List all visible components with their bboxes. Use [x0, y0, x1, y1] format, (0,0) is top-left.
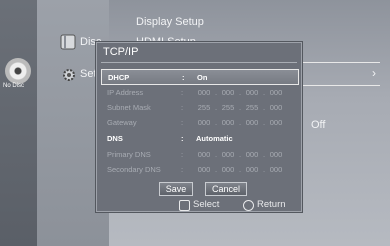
row-label: IP Address: [107, 88, 144, 97]
tcpip-dialog: TCP/IP DHCP: On IP Address:000. 000. 000. 000…: [96, 42, 302, 212]
ip-octet: 000: [245, 118, 259, 127]
ip-field: 000. 000. 000. 000: [196, 150, 296, 159]
row-colon: :: [181, 88, 184, 97]
tcpip-row-subnet-mask: Subnet Mask:255. 255. 255. 000: [101, 100, 297, 114]
setup-gear-icon: [60, 66, 78, 82]
ip-field: 255. 255. 255. 000: [196, 103, 296, 112]
ip-dot-separator: .: [262, 118, 266, 127]
row-colon: :: [182, 73, 185, 82]
ip-dot-separator: .: [214, 165, 218, 174]
row-label: DNS: [107, 134, 123, 143]
tcpip-row-dhcp[interactable]: DHCP: On: [101, 69, 299, 85]
dialog-title: TCP/IP: [103, 46, 139, 58]
ip-octet: 000: [197, 118, 211, 127]
menu-item-display-setup[interactable]: Display Setup: [136, 16, 204, 28]
row-label: Gateway: [107, 118, 137, 127]
ip-dot-separator: .: [238, 118, 242, 127]
tcpip-row-secondary-dns: Secondary DNS:000. 000. 000. 000: [101, 162, 297, 176]
ip-octet: 000: [269, 165, 283, 174]
setup-screen: No Disc Display Setup HDMI Setup Disc Se…: [0, 0, 390, 246]
ip-octet: 255: [197, 103, 211, 112]
row-colon: :: [181, 134, 184, 143]
ip-dot-separator: .: [238, 150, 242, 159]
ip-octet: 000: [221, 165, 235, 174]
ip-dot-separator: .: [214, 88, 218, 97]
ip-dot-separator: .: [214, 150, 218, 159]
ip-octet: 000: [269, 88, 283, 97]
no-disc-icon: [5, 58, 31, 84]
ip-dot-separator: .: [262, 88, 266, 97]
tcpip-row-dns[interactable]: DNS: Automatic: [101, 131, 297, 145]
footer-return-label: Return: [257, 199, 286, 210]
row-label: Subnet Mask: [107, 103, 151, 112]
ip-dot-separator: .: [238, 103, 242, 112]
row-value[interactable]: On: [197, 73, 207, 82]
ip-dot-separator: .: [262, 103, 266, 112]
title-divider: [101, 62, 297, 63]
ip-octet: 000: [197, 165, 211, 174]
right-value-off: Off: [311, 119, 326, 131]
right-highlight-strip: [300, 62, 380, 86]
ip-octet: 000: [197, 88, 211, 97]
ip-octet: 000: [269, 103, 283, 112]
save-button[interactable]: Save: [159, 182, 193, 196]
footer-select-label: Select: [193, 199, 220, 210]
ip-octet: 000: [197, 150, 211, 159]
ip-dot-separator: .: [238, 165, 242, 174]
ip-octet: 000: [245, 165, 259, 174]
ip-octet: 000: [221, 150, 235, 159]
tcpip-row-ip-address: IP Address:000. 000. 000. 000: [101, 85, 297, 99]
tcpip-row-primary-dns: Primary DNS:000. 000. 000. 000: [101, 147, 297, 161]
ip-dot-separator: .: [262, 165, 266, 174]
ip-octet: 000: [269, 150, 283, 159]
row-label: Secondary DNS: [107, 165, 161, 174]
ip-dot-separator: .: [238, 88, 242, 97]
ip-dot-separator: .: [214, 118, 218, 127]
chevron-right-icon: ›: [372, 66, 376, 80]
no-disc-label: No Disc: [3, 83, 25, 89]
ip-dot-separator: .: [262, 150, 266, 159]
return-key-icon: [243, 200, 254, 211]
disc-menu-icon: [60, 34, 78, 50]
row-label: DHCP: [108, 73, 130, 82]
row-colon: :: [181, 118, 184, 127]
row-label: Primary DNS: [107, 150, 151, 159]
ip-octet: 255: [245, 103, 259, 112]
ip-octet: 000: [245, 88, 259, 97]
ip-dot-separator: .: [214, 103, 218, 112]
ip-octet: 255: [221, 103, 235, 112]
ip-field: 000. 000. 000. 000: [196, 118, 296, 127]
select-key-icon: [179, 200, 190, 211]
row-colon: :: [181, 103, 184, 112]
ip-octet: 000: [221, 118, 235, 127]
ip-field: 000. 000. 000. 000: [196, 88, 296, 97]
row-colon: :: [181, 165, 184, 174]
ip-octet: 000: [245, 150, 259, 159]
cancel-button[interactable]: Cancel: [205, 182, 247, 196]
tcpip-row-gateway: Gateway:000. 000. 000. 000: [101, 115, 297, 129]
row-value[interactable]: Automatic: [196, 134, 233, 143]
ip-octet: 000: [221, 88, 235, 97]
ip-octet: 000: [269, 118, 283, 127]
ip-field: 000. 000. 000. 000: [196, 165, 296, 174]
left-dark-column: [0, 0, 37, 246]
row-colon: :: [181, 150, 184, 159]
